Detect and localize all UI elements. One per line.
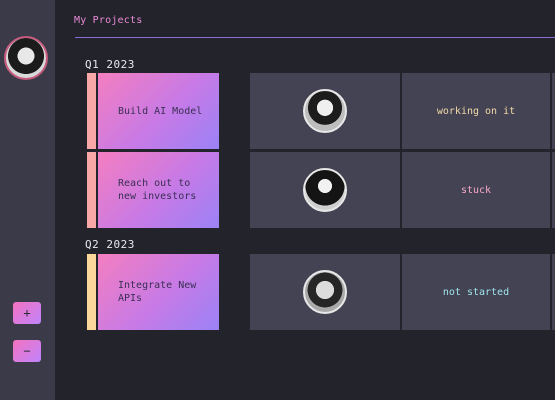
sidebar: + − — [0, 0, 55, 400]
group-color-stripe — [87, 73, 96, 149]
owner-cell[interactable] — [250, 73, 400, 149]
page-title: My Projects — [74, 15, 143, 26]
title-divider — [75, 37, 555, 38]
owner-cell[interactable] — [250, 152, 400, 228]
status-cell[interactable]: working on it — [402, 73, 550, 149]
add-button[interactable]: + — [13, 302, 41, 324]
status-cell[interactable]: stuck — [402, 152, 550, 228]
main-board: My Projects Q1 2023 Build AI Model worki… — [55, 0, 555, 400]
project-name-cell[interactable]: Build AI Model — [98, 73, 219, 149]
owner-avatar — [303, 168, 347, 212]
project-name-cell[interactable]: Integrate New APIs — [98, 254, 219, 330]
project-name-cell[interactable]: Reach out to new investors — [98, 152, 219, 228]
status-cell[interactable]: not started — [402, 254, 550, 330]
table-row: Reach out to new investors stuck — [87, 152, 555, 228]
user-avatar[interactable] — [4, 36, 48, 80]
remove-button[interactable]: − — [13, 340, 41, 362]
group-color-stripe — [87, 152, 96, 228]
group-color-stripe — [87, 254, 96, 330]
owner-avatar — [303, 270, 347, 314]
table-row: Integrate New APIs not started — [87, 254, 555, 330]
owner-avatar — [303, 89, 347, 133]
group-label-q2: Q2 2023 — [85, 238, 135, 251]
group-label-q1: Q1 2023 — [85, 58, 135, 71]
owner-cell[interactable] — [250, 254, 400, 330]
table-row: Build AI Model working on it — [87, 73, 555, 149]
